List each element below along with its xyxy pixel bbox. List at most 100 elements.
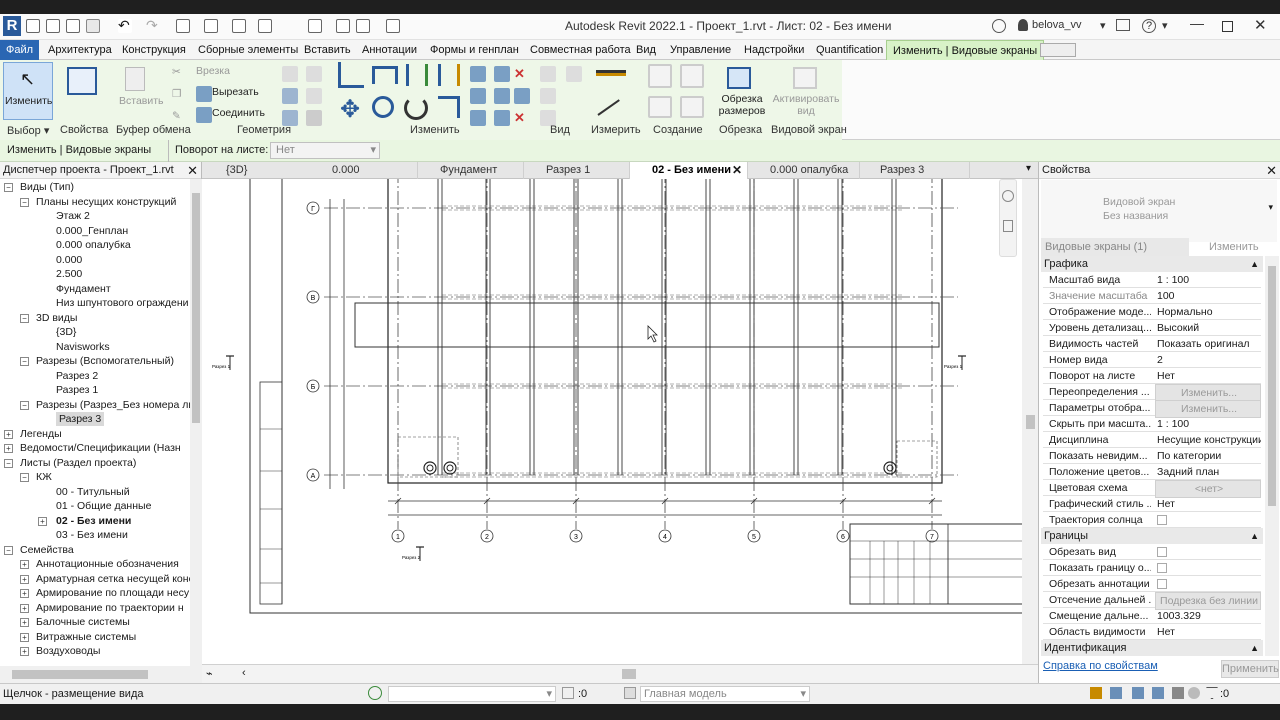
sync-icon[interactable] bbox=[86, 19, 100, 33]
checkbox[interactable] bbox=[1157, 579, 1167, 589]
tab-quantification[interactable]: Quantification bbox=[810, 40, 889, 60]
demolish-icon[interactable] bbox=[306, 110, 322, 126]
browser-item[interactable]: Виды (Тип) bbox=[20, 180, 74, 194]
tab-collaborate[interactable]: Совместная работа bbox=[524, 40, 637, 60]
property-value[interactable]: Несущие конструкции bbox=[1155, 432, 1261, 448]
tab-architecture[interactable]: Архитектура bbox=[42, 40, 118, 60]
browser-item[interactable]: Арматурная сетка несущей конс bbox=[36, 572, 194, 586]
activate-view-button[interactable]: Активировать вид bbox=[770, 62, 840, 120]
tab-sheet-02[interactable]: 02 - Без имени bbox=[630, 162, 748, 179]
tab-0000-formwork[interactable]: 0.000 опалубка bbox=[748, 162, 860, 179]
wall-joins-icon[interactable] bbox=[282, 88, 298, 104]
browser-item[interactable]: Этаж 2 bbox=[56, 209, 90, 223]
create-similar-icon[interactable] bbox=[680, 96, 704, 118]
3d-view-icon[interactable] bbox=[258, 19, 272, 33]
property-row[interactable]: Видимость частей Показать оригинал bbox=[1043, 336, 1261, 352]
browser-item[interactable]: Легенды bbox=[20, 427, 62, 441]
property-row[interactable]: Уровень детализац... Высокий bbox=[1043, 320, 1261, 336]
design-options-icon[interactable] bbox=[624, 687, 636, 699]
scroll-left-icon[interactable]: ‹ bbox=[242, 667, 246, 679]
rotate-icon[interactable] bbox=[404, 96, 428, 120]
sheet-drawing[interactable]: Г В Б А 1 2 3 4 5 6 7 Разрез 1 Разрез 1 Разрез 2 bbox=[202, 179, 1038, 664]
browser-item[interactable]: Navisworks bbox=[56, 340, 110, 354]
maximize-icon[interactable] bbox=[1222, 21, 1233, 32]
checkbox[interactable] bbox=[1157, 563, 1167, 573]
close-icon[interactable]: ✕ bbox=[1254, 16, 1267, 34]
property-row[interactable]: Цветовая схема <нет> bbox=[1043, 480, 1261, 498]
tab-structure[interactable]: Конструкция bbox=[116, 40, 192, 60]
user-name[interactable]: belova_vv bbox=[1032, 19, 1082, 31]
property-value[interactable]: 2 bbox=[1155, 352, 1261, 368]
match-icon[interactable]: ✎ bbox=[172, 110, 181, 122]
measure-icon[interactable] bbox=[204, 19, 218, 33]
checkbox[interactable] bbox=[1157, 547, 1167, 557]
type-selector[interactable]: Видовой экран Без названия ▾ bbox=[1041, 180, 1277, 242]
mirror-draw-icon[interactable] bbox=[438, 64, 460, 86]
scale-icon[interactable] bbox=[494, 88, 510, 104]
measure-between-icon[interactable] bbox=[596, 70, 626, 76]
hide-icon[interactable] bbox=[540, 66, 556, 82]
properties-button[interactable] bbox=[64, 62, 100, 120]
select-pinned-icon[interactable] bbox=[1132, 687, 1144, 699]
crop-dimensions-button[interactable]: Обрезка размеров bbox=[714, 62, 765, 120]
tab-addins[interactable]: Надстройки bbox=[738, 40, 810, 60]
browser-item[interactable]: Разрез 2 bbox=[56, 369, 98, 383]
canvas-vscroll-thumb[interactable] bbox=[1026, 415, 1035, 429]
delete-icon[interactable]: ✕ bbox=[514, 110, 530, 126]
copy-icon[interactable]: ❐ bbox=[172, 88, 181, 100]
tabs-menu-icon[interactable]: ▾ bbox=[1026, 163, 1031, 174]
redo-icon[interactable]: ↷ bbox=[146, 18, 160, 33]
tab-precast[interactable]: Сборные элементы bbox=[192, 40, 304, 60]
filter-icon[interactable] bbox=[1206, 687, 1218, 699]
tab-insert[interactable]: Вставить bbox=[298, 40, 357, 60]
browser-item[interactable]: 0.000 опалубка bbox=[56, 238, 131, 252]
browser-vscrollbar[interactable] bbox=[190, 179, 202, 666]
help-dropdown-icon[interactable]: ▾ bbox=[1162, 19, 1168, 32]
browser-item[interactable]: 02 - Без имени bbox=[56, 514, 131, 528]
properties-scroll-thumb[interactable] bbox=[1268, 266, 1276, 506]
switch-windows-icon[interactable] bbox=[336, 19, 350, 33]
navigation-bar[interactable] bbox=[999, 179, 1017, 257]
browser-item[interactable]: 00 - Титульный bbox=[56, 485, 130, 499]
browser-item[interactable]: Фундамент bbox=[56, 282, 111, 296]
panel-select[interactable]: Выбор ▾ bbox=[7, 124, 49, 137]
tree-expander-icon[interactable]: − bbox=[20, 357, 29, 366]
tree-expander-icon[interactable]: + bbox=[20, 618, 29, 627]
close-icon[interactable]: ✕ bbox=[1266, 162, 1277, 179]
view-control-icon[interactable]: ⌁ bbox=[206, 667, 213, 680]
tab-view[interactable]: Вид bbox=[630, 40, 662, 60]
browser-item[interactable]: Планы несущих конструкций bbox=[36, 195, 176, 209]
select-by-face-icon[interactable] bbox=[1152, 687, 1164, 699]
browser-vscroll-thumb[interactable] bbox=[192, 193, 200, 423]
apply-button[interactable]: Применить bbox=[1221, 660, 1279, 678]
paste-button[interactable]: Вставить bbox=[110, 62, 164, 120]
tree-expander-icon[interactable]: − bbox=[4, 183, 13, 192]
property-row[interactable]: Отображение моде... Нормально bbox=[1043, 304, 1261, 320]
geometry-tool-icon[interactable] bbox=[306, 66, 322, 82]
zoom-icon[interactable] bbox=[1003, 220, 1013, 232]
property-value[interactable]: Нет bbox=[1155, 368, 1261, 384]
property-row[interactable]: Показать границу о... bbox=[1043, 560, 1261, 576]
search-icon[interactable] bbox=[992, 19, 1006, 33]
tree-expander-icon[interactable]: − bbox=[4, 458, 13, 468]
close-tab-icon[interactable]: ✕ bbox=[732, 163, 742, 177]
rotation-select[interactable]: Нет ▾ bbox=[270, 142, 380, 159]
property-value[interactable]: Нормально bbox=[1155, 304, 1261, 320]
array-icon[interactable] bbox=[470, 88, 486, 104]
create-parts-icon[interactable] bbox=[680, 64, 704, 88]
section-graphics[interactable]: Графика ▲ bbox=[1041, 256, 1263, 272]
tab-annotate[interactable]: Аннотации bbox=[356, 40, 423, 60]
canvas-vscrollbar[interactable] bbox=[1022, 179, 1038, 664]
tab-0000[interactable]: 0.000 bbox=[312, 162, 418, 179]
browser-item[interactable]: 01 - Общие данные bbox=[56, 499, 151, 513]
property-row[interactable]: Дисциплина Несущие конструкции bbox=[1043, 432, 1261, 448]
move-icon[interactable]: ✥ bbox=[340, 98, 360, 122]
modify-button[interactable]: ↖ Изменить bbox=[3, 62, 53, 120]
property-row[interactable]: Параметры отобра... Изменить... bbox=[1043, 400, 1261, 418]
browser-item[interactable]: Витражные системы bbox=[36, 630, 136, 644]
property-row[interactable]: Траектория солнца bbox=[1043, 512, 1261, 528]
browser-item[interactable]: 0.000 bbox=[56, 253, 82, 267]
print-icon[interactable] bbox=[176, 19, 190, 33]
tree-expander-icon[interactable]: + bbox=[20, 574, 29, 584]
design-option-select[interactable]: Главная модель ▾ bbox=[640, 686, 810, 702]
